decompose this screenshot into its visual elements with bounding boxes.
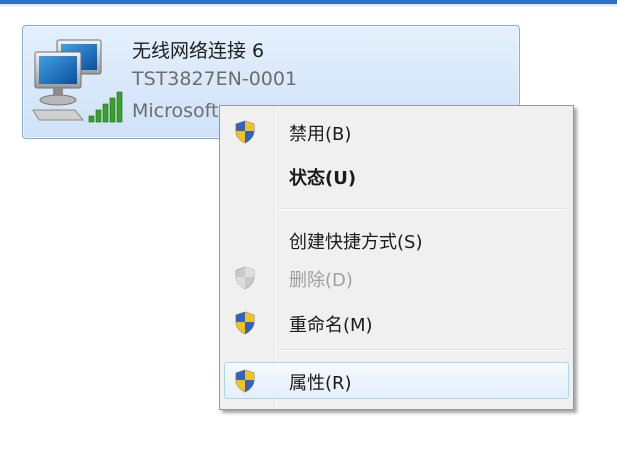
connection-name: 无线网络连接 6: [132, 40, 265, 62]
uac-shield-icon: [235, 369, 255, 393]
menu-item-label: 重命名(M): [289, 315, 373, 336]
wireless-network-computer-icon: [32, 39, 123, 123]
menu-item-label: 创建快捷方式(S): [289, 232, 423, 253]
menu-item-label: 状态(U): [289, 168, 357, 189]
connection-adapter-name: Microsoft: [132, 100, 219, 122]
menu-item-rename[interactable]: 重命名(M): [224, 304, 569, 340]
menu-separator: [278, 208, 567, 209]
connection-device-name: TST3827EN-0001: [132, 68, 298, 90]
context-menu: 禁用(B) 状态(U) 创建快捷方式(S) 删除(D) 重命名(M) 属性(R): [219, 105, 574, 410]
uac-shield-icon: [235, 120, 255, 144]
menu-item-status[interactable]: 状态(U): [224, 157, 569, 193]
uac-shield-icon: [235, 311, 255, 335]
menu-item-create-shortcut[interactable]: 创建快捷方式(S): [224, 221, 569, 257]
menu-item-label: 删除(D): [289, 270, 353, 291]
menu-item-label: 属性(R): [289, 373, 352, 394]
uac-shield-icon: [235, 266, 255, 290]
menu-item-properties[interactable]: 属性(R): [224, 362, 569, 399]
menu-separator: [278, 349, 567, 350]
menu-item-delete: 删除(D): [224, 259, 569, 295]
menu-item-disable[interactable]: 禁用(B): [224, 113, 569, 149]
menu-item-label: 禁用(B): [289, 124, 352, 145]
window-top-shadow: [0, 4, 617, 8]
